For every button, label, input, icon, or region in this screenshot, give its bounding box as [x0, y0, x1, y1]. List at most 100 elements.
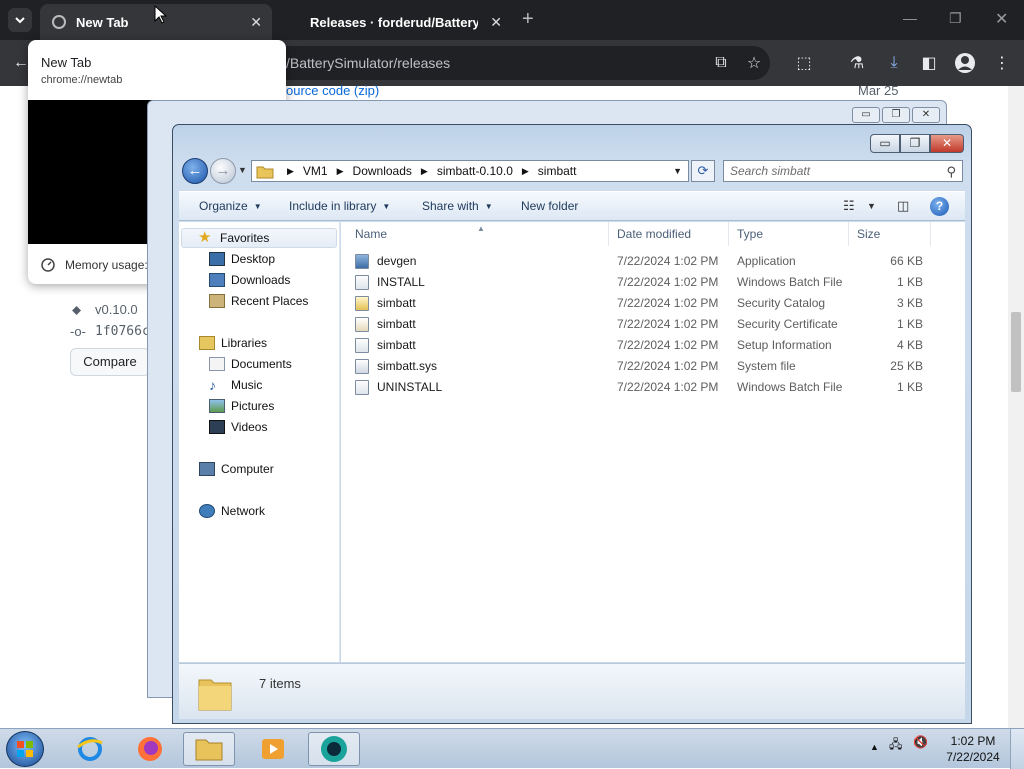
- breadcrumb[interactable]: ▶ VM1 ▶ Downloads ▶ simbatt-0.10.0 ▶ simbatt…: [251, 160, 689, 182]
- nav-network[interactable]: Network: [199, 501, 265, 521]
- search-icon[interactable]: ⚲: [946, 162, 956, 182]
- search-input[interactable]: Search simbatt ⚲: [723, 160, 963, 182]
- file-row[interactable]: simbatt 7/22/2024 1:02 PM Setup Informat…: [355, 335, 955, 356]
- nav-music[interactable]: ♪ Music: [209, 375, 262, 395]
- nav-desktop[interactable]: Desktop: [209, 249, 275, 269]
- folder-icon: [256, 166, 274, 178]
- nav-documents[interactable]: Documents: [209, 354, 292, 374]
- breadcrumb-item[interactable]: ▶ simbatt-0.10.0: [412, 164, 513, 178]
- app-teal-icon: [321, 736, 347, 762]
- release-version[interactable]: v0.10.0: [95, 302, 138, 317]
- new-folder-button[interactable]: New folder: [521, 199, 578, 213]
- application-icon: [355, 254, 369, 269]
- bookmark-star-icon[interactable]: ☆: [743, 52, 765, 74]
- tab-close-icon[interactable]: ✕: [490, 14, 502, 31]
- column-header-name[interactable]: ▲ Name: [347, 222, 609, 246]
- compare-button[interactable]: Compare: [70, 348, 150, 376]
- page-scrollbar[interactable]: [1008, 86, 1024, 728]
- file-row[interactable]: simbatt 7/22/2024 1:02 PM Security Catal…: [355, 293, 955, 314]
- volume-muted-icon[interactable]: 🔇: [913, 735, 928, 749]
- network-icon: [199, 504, 215, 518]
- taskbar-chrome-app[interactable]: [308, 732, 360, 766]
- side-panel-icon[interactable]: ◧: [918, 52, 940, 74]
- network-tray-icon[interactable]: 🖧: [889, 735, 902, 756]
- system-clock[interactable]: 1:02 PM 7/22/2024: [938, 733, 1008, 765]
- tab-releases[interactable]: Releases · forderud/BatterySim ✕: [284, 4, 512, 40]
- pictures-icon: [209, 399, 225, 413]
- nav-computer[interactable]: Computer: [199, 459, 274, 479]
- show-hidden-icons-icon[interactable]: ▲: [870, 742, 879, 752]
- taskbar-internet-explorer[interactable]: [64, 732, 116, 766]
- file-row[interactable]: simbatt 7/22/2024 1:02 PM Security Certi…: [355, 314, 955, 335]
- taskbar-firefox[interactable]: [124, 732, 176, 766]
- nav-recent-places[interactable]: Recent Places: [209, 291, 308, 311]
- file-type: Setup Information: [737, 338, 832, 352]
- file-date: 7/22/2024 1:02 PM: [617, 359, 719, 373]
- file-date: 7/22/2024 1:02 PM: [617, 296, 719, 310]
- column-header-date[interactable]: Date modified: [609, 222, 729, 246]
- forward-arrow-icon[interactable]: →: [210, 158, 236, 184]
- file-row[interactable]: INSTALL 7/22/2024 1:02 PM Windows Batch …: [355, 272, 955, 293]
- taskbar-media-player[interactable]: [247, 732, 299, 766]
- clock-date: 7/22/2024: [946, 750, 1000, 764]
- close-icon[interactable]: ✕: [930, 134, 964, 153]
- install-app-icon[interactable]: ⧉: [710, 52, 732, 74]
- download-icon[interactable]: ⤓: [883, 52, 905, 74]
- file-row[interactable]: UNINSTALL 7/22/2024 1:02 PM Windows Batc…: [355, 377, 955, 398]
- view-options-dropdown-icon[interactable]: ▼: [867, 201, 876, 211]
- file-row[interactable]: simbatt.sys 7/22/2024 1:02 PM System fil…: [355, 356, 955, 377]
- nav-pictures[interactable]: Pictures: [209, 396, 274, 416]
- extensions-puzzle-icon[interactable]: ⬚: [793, 52, 815, 74]
- chevron-right-icon: ▶: [287, 165, 294, 176]
- menu-kebab-icon[interactable]: ⋮: [991, 52, 1013, 74]
- nav-downloads[interactable]: Downloads: [209, 270, 290, 290]
- minimize-icon[interactable]: ▭: [852, 107, 880, 123]
- minimize-icon[interactable]: ▭: [870, 134, 900, 153]
- column-header-type[interactable]: Type: [729, 222, 849, 246]
- help-icon[interactable]: ?: [930, 197, 949, 216]
- restore-icon[interactable]: ❐: [949, 10, 962, 27]
- tab-title: Releases · forderud/BatterySim: [310, 14, 478, 30]
- taskbar: ▲ 🖧 🔇 1:02 PM 7/22/2024: [0, 728, 1024, 769]
- breadcrumb-item[interactable]: ▶ VM1: [278, 164, 328, 178]
- file-date: 7/22/2024 1:02 PM: [617, 254, 719, 268]
- preview-pane-icon[interactable]: ◫: [897, 198, 909, 214]
- nav-libraries[interactable]: Libraries: [199, 333, 267, 353]
- hover-card-title: New Tab: [41, 55, 92, 70]
- dropdown-arrow-icon: ▼: [382, 202, 391, 211]
- column-header-size[interactable]: Size: [849, 222, 931, 246]
- taskbar-windows-explorer[interactable]: [183, 732, 235, 766]
- start-button[interactable]: [6, 731, 44, 767]
- chevron-right-icon: ▶: [336, 165, 344, 176]
- tab-close-icon[interactable]: ✕: [250, 14, 262, 31]
- maximize-icon[interactable]: ❐: [882, 107, 910, 123]
- tab-search-button[interactable]: [8, 8, 32, 32]
- recent-pages-dropdown-icon[interactable]: ▼: [238, 165, 247, 175]
- back-arrow-icon[interactable]: ←: [182, 158, 208, 184]
- breadcrumb-item[interactable]: ▶ simbatt: [513, 164, 577, 178]
- close-icon[interactable]: ✕: [995, 9, 1008, 29]
- labs-flask-icon[interactable]: ⚗: [846, 52, 868, 74]
- source-code-link[interactable]: ource code (zip): [286, 83, 379, 98]
- commit-hash[interactable]: 1f0766c: [95, 324, 150, 339]
- profile-avatar-icon[interactable]: [954, 52, 976, 74]
- scrollbar-thumb[interactable]: [1011, 312, 1021, 392]
- minimize-icon[interactable]: —: [903, 10, 917, 26]
- file-name: devgen: [377, 254, 417, 268]
- include-in-library-button[interactable]: Include in library ▼: [289, 199, 390, 213]
- hover-card-url: chrome://newtab: [41, 74, 123, 86]
- close-icon[interactable]: ✕: [912, 107, 940, 123]
- breadcrumb-item[interactable]: ▶ Downloads: [328, 164, 412, 178]
- show-desktop-button[interactable]: [1010, 729, 1024, 769]
- change-view-icon[interactable]: ☷: [843, 198, 855, 214]
- address-dropdown-icon[interactable]: ▼: [673, 166, 682, 176]
- new-tab-plus-icon[interactable]: +: [522, 8, 534, 31]
- maximize-icon[interactable]: ❐: [900, 134, 930, 153]
- file-type: System file: [737, 359, 796, 373]
- refresh-icon[interactable]: ⟳: [691, 160, 715, 182]
- share-with-button[interactable]: Share with ▼: [422, 199, 493, 213]
- nav-favorites[interactable]: ★ Favorites: [181, 228, 337, 248]
- organize-button[interactable]: Organize ▼: [199, 199, 262, 213]
- nav-videos[interactable]: Videos: [209, 417, 267, 437]
- file-row[interactable]: devgen 7/22/2024 1:02 PM Application 66 …: [355, 251, 955, 272]
